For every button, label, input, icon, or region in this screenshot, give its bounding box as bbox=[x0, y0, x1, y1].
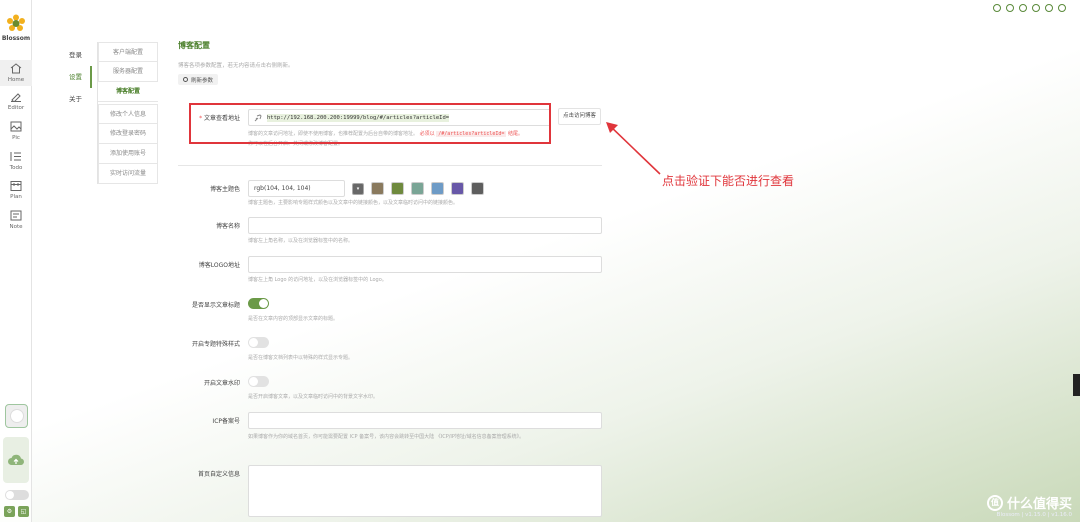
blog-config-panel: 博客配置 博客各项参数配置，若无内容请点击右侧刷新。 刷新参数 * 文章查看地址… bbox=[178, 40, 604, 517]
list-icon bbox=[10, 152, 21, 161]
blog-name-input[interactable] bbox=[248, 217, 602, 234]
pen-icon bbox=[11, 93, 21, 102]
nav-item-about[interactable]: 关于 bbox=[62, 88, 92, 110]
custom-info-textarea[interactable] bbox=[248, 465, 602, 517]
annotation-arrow bbox=[606, 122, 661, 175]
nav-item-settings[interactable]: 设置 bbox=[62, 66, 92, 88]
special-style-toggle[interactable] bbox=[248, 337, 269, 348]
subnav-blog-config[interactable]: 博客配置 bbox=[98, 82, 158, 102]
cloud-upload-icon bbox=[8, 454, 25, 466]
left-rail: Blossom Home Editor Pic Todo Plan Note ⚙… bbox=[0, 0, 32, 522]
rail-item-plan[interactable]: Plan bbox=[0, 180, 32, 200]
field-hint: 是否开启博客文章，以及文章临时访问中的背景文字水印。 bbox=[248, 394, 379, 400]
calendar-icon bbox=[10, 181, 22, 191]
subnav-traffic[interactable]: 实时访问流量 bbox=[98, 164, 158, 184]
expand-icon[interactable]: ◱ bbox=[18, 506, 29, 517]
visit-blog-button[interactable]: 点击访问博客 bbox=[558, 108, 602, 125]
color-dropdown-icon[interactable]: ▾ bbox=[352, 182, 364, 195]
field-label: 博客LOGO地址 bbox=[198, 262, 240, 269]
rail-item-note[interactable]: Note bbox=[0, 210, 32, 230]
logo-text: Blossom bbox=[1, 35, 31, 42]
settings-nav: 登录 设置 关于 bbox=[62, 44, 92, 110]
top-toolbar bbox=[993, 4, 1066, 12]
theme-color-picker: rgb(104, 104, 104) ▾ bbox=[248, 180, 484, 197]
subnav-change-password[interactable]: 修改登录密码 bbox=[98, 124, 158, 144]
rail-item-pic[interactable]: Pic bbox=[0, 121, 32, 141]
subnav-add-account[interactable]: 添加使用账号 bbox=[98, 144, 158, 164]
field-label: 是否显示文章标题 bbox=[191, 302, 240, 309]
field-label: 首页自定义信息 bbox=[197, 471, 240, 478]
version-text: Blossom | v1.15.0 | v1.16.0 bbox=[996, 512, 1072, 518]
side-handle[interactable] bbox=[1073, 374, 1080, 396]
color-swatch[interactable] bbox=[391, 182, 404, 195]
refresh-label: 刷新参数 bbox=[191, 77, 214, 84]
field-hint: 博客主题色，主要影响专题样式颜色以及文章中的链接颜色，以及文章临时访问中的链接颜… bbox=[248, 200, 459, 206]
page-description: 博客各项参数配置，若无内容请点击右侧刷新。 bbox=[178, 63, 294, 69]
section-divider bbox=[178, 165, 602, 166]
field-hint: 博客左上角名称，以及在浏览器标签中的名称。 bbox=[248, 238, 354, 244]
maximize-icon[interactable] bbox=[1045, 4, 1053, 12]
field-hint: 博客左上角 Logo 的访问地址，以及在浏览器标签中的 Logo。 bbox=[248, 277, 387, 283]
color-swatch[interactable] bbox=[431, 182, 444, 195]
field-hint: 如果博客作为你的域名首页，你可能需要配置 ICP 备案号，该内容会跳转至中国大陆… bbox=[248, 434, 525, 440]
rail-label: Todo bbox=[9, 165, 23, 171]
status-icon[interactable] bbox=[1019, 4, 1027, 12]
close-icon[interactable] bbox=[1058, 4, 1066, 12]
settings-icon[interactable]: ⚙ bbox=[4, 506, 15, 517]
refresh-icon bbox=[183, 77, 188, 82]
field-label: 开启专题特殊样式 bbox=[191, 341, 240, 348]
subnav-server-config[interactable]: 服务器配置 bbox=[98, 62, 158, 82]
rail-label: Note bbox=[9, 224, 23, 230]
avatar[interactable] bbox=[5, 404, 28, 428]
brand-circle: 值 bbox=[986, 494, 1003, 511]
color-swatch[interactable] bbox=[471, 182, 484, 195]
color-swatch[interactable] bbox=[411, 182, 424, 195]
rail-item-todo[interactable]: Todo bbox=[0, 151, 32, 171]
field-hint: 是否在博客文档列表中以特殊的样式显示专题。 bbox=[248, 355, 354, 361]
field-hint: 是否在文章内容的顶部显示文章的标题。 bbox=[248, 316, 339, 322]
show-title-toggle[interactable] bbox=[248, 298, 269, 309]
settings-subnav: 客户端配置 服务器配置 博客配置 修改个人信息 修改登录密码 添加使用账号 实时… bbox=[97, 42, 158, 184]
rail-item-editor[interactable]: Editor bbox=[0, 91, 32, 111]
color-swatch[interactable] bbox=[371, 182, 384, 195]
icp-input[interactable] bbox=[248, 412, 602, 429]
subnav-client-config[interactable]: 客户端配置 bbox=[98, 42, 158, 62]
rail-label: Editor bbox=[7, 105, 25, 111]
theme-toggle[interactable] bbox=[5, 490, 29, 500]
field-label: ICP备案号 bbox=[212, 418, 240, 425]
home-icon bbox=[10, 63, 22, 74]
plugin-icon[interactable] bbox=[1006, 4, 1014, 12]
nav-item-login[interactable]: 登录 bbox=[62, 44, 92, 66]
refresh-button[interactable]: 刷新参数 bbox=[178, 74, 219, 85]
highlight-box bbox=[189, 103, 551, 144]
rail-item-home[interactable]: Home bbox=[0, 60, 32, 86]
theme-color-input[interactable]: rgb(104, 104, 104) bbox=[248, 180, 345, 197]
watermark-toggle[interactable] bbox=[248, 376, 269, 387]
rail-label: Plan bbox=[10, 194, 22, 200]
blossom-logo-icon bbox=[7, 14, 25, 31]
note-icon bbox=[10, 210, 22, 221]
field-label: 开启文章水印 bbox=[203, 380, 240, 387]
minimize-icon[interactable] bbox=[1032, 4, 1040, 12]
subnav-edit-profile[interactable]: 修改个人信息 bbox=[98, 104, 158, 124]
field-label: 博客主题色 bbox=[209, 186, 240, 193]
page-title: 博客配置 bbox=[178, 41, 210, 50]
color-swatch[interactable] bbox=[451, 182, 464, 195]
watermark: 值 什么值得买 Blossom | v1.15.0 | v1.16.0 bbox=[986, 493, 1072, 518]
image-icon bbox=[10, 121, 22, 132]
bell-icon[interactable] bbox=[993, 4, 1001, 12]
upload-button[interactable] bbox=[3, 437, 29, 483]
annotation-text: 点击验证下能否进行查看 bbox=[662, 174, 795, 188]
brand-text: 什么值得买 bbox=[1006, 497, 1072, 512]
app-logo[interactable]: Blossom bbox=[0, 14, 32, 42]
rail-label: Home bbox=[7, 77, 25, 83]
blog-logo-input[interactable] bbox=[248, 256, 602, 273]
rail-label: Pic bbox=[12, 135, 20, 141]
field-label: 博客名称 bbox=[215, 223, 240, 230]
